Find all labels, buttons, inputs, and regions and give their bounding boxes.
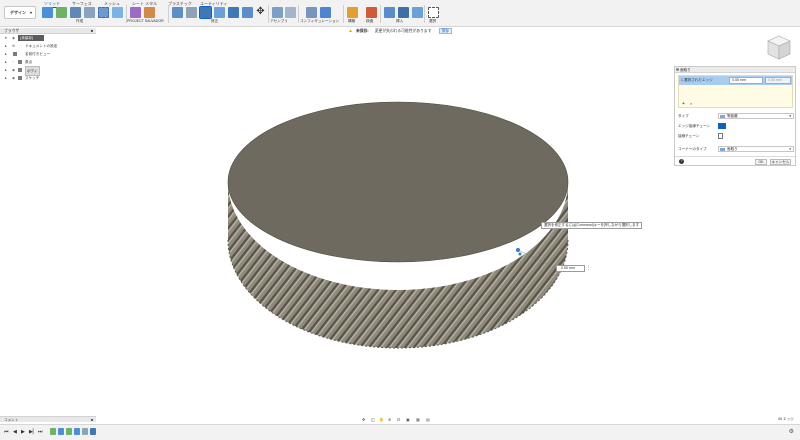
timeline-feature-icon[interactable] (82, 428, 88, 435)
corner-type-label: コーナーのタイプ (678, 147, 707, 151)
comments-title: コメント (4, 418, 19, 422)
viewport-settings-icon[interactable]: ▤ (426, 416, 430, 423)
zoom-window-icon[interactable]: ⊡ (397, 416, 400, 423)
navigation-bar: ✥ ◫ ✋ ⊕ ⊡ ▣ ▦ ▤ (362, 416, 438, 423)
chamfer-type-icon (720, 115, 725, 118)
tangent-chain-label: エッジ接線チェーン (678, 124, 711, 128)
tangent-chain-row: エッジ接線チェーン (678, 122, 794, 130)
chamfer-type-label: タイプ (678, 114, 689, 118)
gear-top-face[interactable] (227, 101, 569, 263)
timeline-feature-icon[interactable] (90, 428, 96, 435)
go-to-end-icon[interactable]: ⏭ (38, 429, 43, 435)
timeline: ⏮ ◀ ▶ ▶▏ ⏭ ⚙ (0, 424, 800, 440)
comments-panel[interactable]: コメント ■ (0, 416, 96, 422)
chamfer-dialog-title: 面取り (680, 68, 691, 72)
chevron-down-icon: ▾ (789, 114, 791, 118)
corner-type-icon (720, 148, 725, 151)
distance-input-2[interactable]: 0.55 mm (765, 77, 791, 84)
help-icon[interactable]: ? (679, 159, 684, 164)
pan-icon[interactable]: ✋ (379, 416, 384, 423)
play-icon[interactable]: ▶ (21, 429, 25, 435)
corner-type-dropdown[interactable]: 面取り ▾ (718, 146, 794, 152)
go-to-start-icon[interactable]: ⏮ (4, 429, 9, 435)
cancel-button[interactable]: キャンセル (770, 159, 791, 165)
orbit-icon[interactable]: ✥ (362, 416, 365, 423)
expand-icon[interactable]: ■ (91, 417, 93, 423)
remove-icon[interactable]: × (690, 101, 692, 106)
selected-edges-row[interactable]: 1 選択されたエッジ 0.55 mm 0.55 mm (679, 76, 792, 85)
chamfer-type-dropdown[interactable]: 等距離 ▾ (718, 113, 794, 119)
grid-settings-icon[interactable]: ▦ (416, 416, 420, 423)
corner-type-row: コーナーのタイプ 面取り ▾ (678, 145, 794, 153)
selection-tooltip: 選択を修正するには[Command]キーを押しながら選択します (541, 222, 643, 229)
display-settings-icon[interactable]: ▣ (406, 416, 410, 423)
selected-edges-label: 1 選択されたエッジ (681, 78, 713, 82)
tangent-chain-toggle[interactable] (718, 123, 726, 129)
distance-input[interactable]: 0.55 mm (729, 77, 763, 84)
chain-row: 接線チェーン (678, 132, 794, 140)
chain-checkbox[interactable] (718, 133, 723, 139)
timeline-extrude-icon[interactable] (58, 428, 64, 435)
timeline-feature-icon[interactable] (74, 428, 80, 435)
selection-status: 45 エッジ (778, 417, 794, 421)
timeline-sketch-icon[interactable] (66, 428, 72, 435)
step-back-icon[interactable]: ◀ (13, 429, 17, 435)
dialog-status-icon (676, 68, 679, 71)
corner-type-value: 面取り (727, 147, 738, 151)
more-options-icon[interactable]: ⋮ (586, 265, 591, 271)
dimension-input[interactable]: 0.55 mm (556, 265, 585, 272)
look-at-icon[interactable]: ◫ (371, 416, 375, 423)
chamfer-dialog-header[interactable]: 面取り (675, 67, 795, 73)
edge-selection-list[interactable]: 1 選択されたエッジ 0.55 mm 0.55 mm + × (678, 75, 793, 108)
ok-button[interactable]: OK (755, 159, 767, 165)
selected-edge-marker[interactable] (518, 252, 522, 256)
chamfer-dialog: 面取り 1 選択されたエッジ 0.55 mm 0.55 mm + × タイプ 等… (674, 66, 796, 166)
step-forward-icon[interactable]: ▶▏ (29, 429, 37, 435)
chevron-down-icon: ▾ (789, 147, 791, 151)
add-icon[interactable]: + (682, 101, 685, 107)
timeline-sketch-icon[interactable] (50, 428, 56, 435)
dialog-footer: ? OK キャンセル (675, 156, 795, 165)
zoom-icon[interactable]: ⊕ (388, 416, 391, 423)
chamfer-type-value: 等距離 (727, 114, 738, 118)
chain-label: 接線チェーン (678, 134, 700, 138)
chamfer-type-row: タイプ 等距離 ▾ (678, 112, 794, 120)
gear-icon[interactable]: ⚙ (789, 428, 794, 435)
viewcube[interactable] (764, 33, 794, 61)
